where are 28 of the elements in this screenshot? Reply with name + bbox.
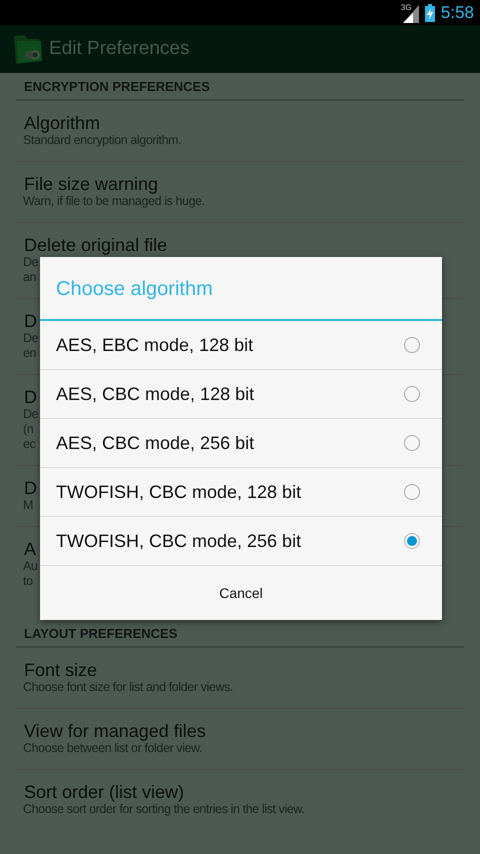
algorithm-option[interactable]: AES, EBC mode, 128 bit (40, 321, 442, 370)
preference-title[interactable]: D (24, 387, 37, 407)
screen-title: Edit Preferences (49, 38, 190, 60)
preference-title[interactable]: D (24, 311, 37, 331)
preference-title[interactable]: Delete original file (24, 235, 168, 255)
algorithm-option[interactable]: AES, CBC mode, 128 bit (40, 370, 442, 419)
preference-title[interactable]: Algorithm (24, 113, 100, 133)
radio-button[interactable] (404, 386, 420, 402)
preference-title[interactable]: A (24, 539, 36, 559)
clock-time: 5:58 (440, 2, 474, 22)
preference-title[interactable]: D (24, 478, 37, 498)
preference-title[interactable]: File size warning (24, 174, 158, 194)
folder-lock-icon (13, 33, 43, 65)
signal-icon (402, 4, 419, 22)
radio-button[interactable] (404, 435, 420, 451)
dialog-title: Choose algorithm (40, 257, 442, 321)
algorithm-option[interactable]: TWOFISH, CBC mode, 256 bit (40, 517, 442, 566)
radio-button[interactable] (404, 337, 420, 353)
battery-charging-icon (424, 4, 435, 22)
section-header: ENCRYPTION PREFERENCES (16, 73, 464, 101)
preference-title[interactable]: Sort order (list view) (24, 782, 184, 802)
algorithm-option[interactable]: TWOFISH, CBC mode, 128 bit (40, 468, 442, 517)
radio-button[interactable] (404, 533, 420, 549)
algorithm-option[interactable]: AES, CBC mode, 256 bit (40, 419, 442, 468)
preference-title[interactable]: View for managed files (24, 721, 206, 741)
preference-title[interactable]: Font size (24, 660, 98, 680)
radio-button[interactable] (404, 484, 420, 500)
network-label: 3G (400, 2, 412, 12)
